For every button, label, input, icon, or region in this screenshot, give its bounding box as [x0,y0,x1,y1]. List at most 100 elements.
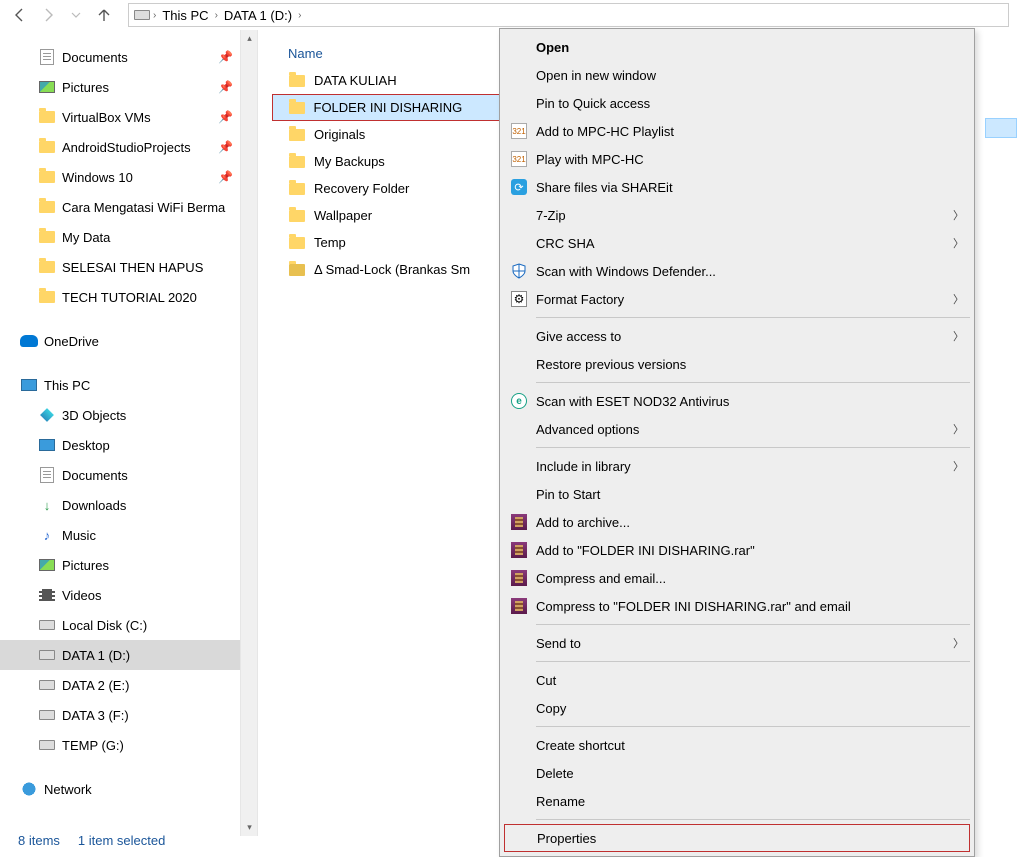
pin-icon: 📌 [218,170,233,184]
3d-icon [38,407,56,423]
tree-item-label: DATA 3 (F:) [62,708,129,723]
menu-item[interactable]: Include in library〉 [502,452,972,480]
tree-item-label: TEMP (G:) [62,738,124,753]
folder-icon [38,229,56,245]
menu-item[interactable]: Delete [502,759,972,787]
menu-item-label: Pin to Start [536,487,964,502]
menu-item[interactable]: CRC SHA〉 [502,229,972,257]
tree-thispc[interactable]: This PC [0,370,257,400]
file-item-label: FOLDER INI DISHARING [314,100,463,115]
tree-item[interactable]: DATA 3 (F:) [0,700,257,730]
tree-item[interactable]: Local Disk (C:) [0,610,257,640]
folder-icon [288,100,306,116]
tree-item[interactable]: AndroidStudioProjects📌 [0,132,257,162]
back-button[interactable] [8,3,32,27]
menu-item-label: Advanced options [536,422,953,437]
menu-item-label: Open [536,40,964,55]
up-button[interactable] [92,3,116,27]
menu-item-label: Pin to Quick access [536,96,964,111]
tree-item[interactable]: TECH TUTORIAL 2020 [0,282,257,312]
tree-item[interactable]: ↓Downloads [0,490,257,520]
tree-item[interactable]: My Data [0,222,257,252]
tree-item-label: 3D Objects [62,408,126,423]
menu-item[interactable]: Give access to〉 [502,322,972,350]
tree-item-label: Local Disk (C:) [62,618,147,633]
rar-icon [506,514,532,530]
menu-item-label: Include in library [536,459,953,474]
scroll-up-icon[interactable]: ▴ [241,30,258,47]
tree-item-label: My Data [62,230,110,245]
scroll-down-icon[interactable]: ▾ [241,819,258,836]
menu-item[interactable]: Pin to Start [502,480,972,508]
menu-item[interactable]: ⟳Share files via SHAREit [502,173,972,201]
eset-icon: e [506,393,532,409]
menu-item[interactable]: Restore previous versions [502,350,972,378]
menu-item[interactable]: ⚙Format Factory〉 [502,285,972,313]
tree-item[interactable]: Desktop [0,430,257,460]
tree-item-label: Videos [62,588,102,603]
tree-item[interactable]: 3D Objects [0,400,257,430]
menu-item[interactable]: Pin to Quick access [502,89,972,117]
forward-button[interactable] [36,3,60,27]
tree-item[interactable]: SELESAI THEN HAPUS [0,252,257,282]
pc-icon [38,437,56,453]
tree-item[interactable]: VirtualBox VMs📌 [0,102,257,132]
menu-item-label: Copy [536,701,964,716]
menu-item[interactable]: eScan with ESET NOD32 Antivirus [502,387,972,415]
tree-item[interactable]: Cara Mengatasi WiFi Berma [0,192,257,222]
menu-item[interactable]: Copy [502,694,972,722]
folder-icon [288,73,306,89]
folder-icon [288,262,306,278]
tree-item[interactable]: Documents📌 [0,42,257,72]
tree-item[interactable]: Windows 10📌 [0,162,257,192]
file-item[interactable]: FOLDER INI DISHARING [272,94,517,121]
tree-onedrive[interactable]: OneDrive [0,326,257,356]
folder-icon [38,169,56,185]
menu-item[interactable]: Scan with Windows Defender... [502,257,972,285]
tree-item[interactable]: Videos [0,580,257,610]
menu-item[interactable]: Compress to "FOLDER INI DISHARING.rar" a… [502,592,972,620]
chevron-right-icon: 〉 [953,458,964,474]
tree-item-label: Pictures [62,558,109,573]
onedrive-icon [20,333,38,349]
tree-scrollbar[interactable]: ▴ ▾ [240,30,257,836]
recent-dropdown[interactable] [64,3,88,27]
menu-item[interactable]: Open in new window [502,61,972,89]
tree-item[interactable]: Pictures [0,550,257,580]
folder-icon [288,127,306,143]
tree-item[interactable]: DATA 2 (E:) [0,670,257,700]
tree-item-label: Cara Mengatasi WiFi Berma [62,200,225,215]
tree-item[interactable]: Pictures📌 [0,72,257,102]
chevron-right-icon[interactable]: › [151,10,158,21]
menu-item[interactable]: Open [502,33,972,61]
tree-item[interactable]: ♪Music [0,520,257,550]
menu-item-label: Give access to [536,329,953,344]
menu-item[interactable]: 321Play with MPC-HC [502,145,972,173]
menu-item[interactable]: Compress and email... [502,564,972,592]
menu-item[interactable]: Add to "FOLDER INI DISHARING.rar" [502,536,972,564]
tree-item-label: VirtualBox VMs [62,110,151,125]
menu-item-label: Create shortcut [536,738,964,753]
folder-icon [38,109,56,125]
tree-network[interactable]: Network [0,774,257,804]
chevron-right-icon[interactable]: › [213,10,220,21]
breadcrumb-drive[interactable]: DATA 1 (D:) [220,8,296,23]
chevron-right-icon[interactable]: › [296,10,303,21]
menu-item[interactable]: Create shortcut [502,731,972,759]
tree-item[interactable]: TEMP (G:) [0,730,257,760]
drive-icon [38,617,56,633]
menu-item[interactable]: Add to archive... [502,508,972,536]
menu-item[interactable]: Rename [502,787,972,815]
tree-item[interactable]: DATA 1 (D:) [0,640,257,670]
address-bar[interactable]: › This PC › DATA 1 (D:) › [128,3,1009,27]
menu-item[interactable]: Advanced options〉 [502,415,972,443]
breadcrumb-thispc[interactable]: This PC [158,8,212,23]
menu-item[interactable]: Send to〉 [502,629,972,657]
drive-icon [38,647,56,663]
menu-item[interactable]: Cut [502,666,972,694]
menu-item[interactable]: Properties [504,824,970,852]
tree-item[interactable]: Documents [0,460,257,490]
menu-item[interactable]: 7-Zip〉 [502,201,972,229]
menu-item[interactable]: 321Add to MPC-HC Playlist [502,117,972,145]
chevron-right-icon: 〉 [953,635,964,651]
